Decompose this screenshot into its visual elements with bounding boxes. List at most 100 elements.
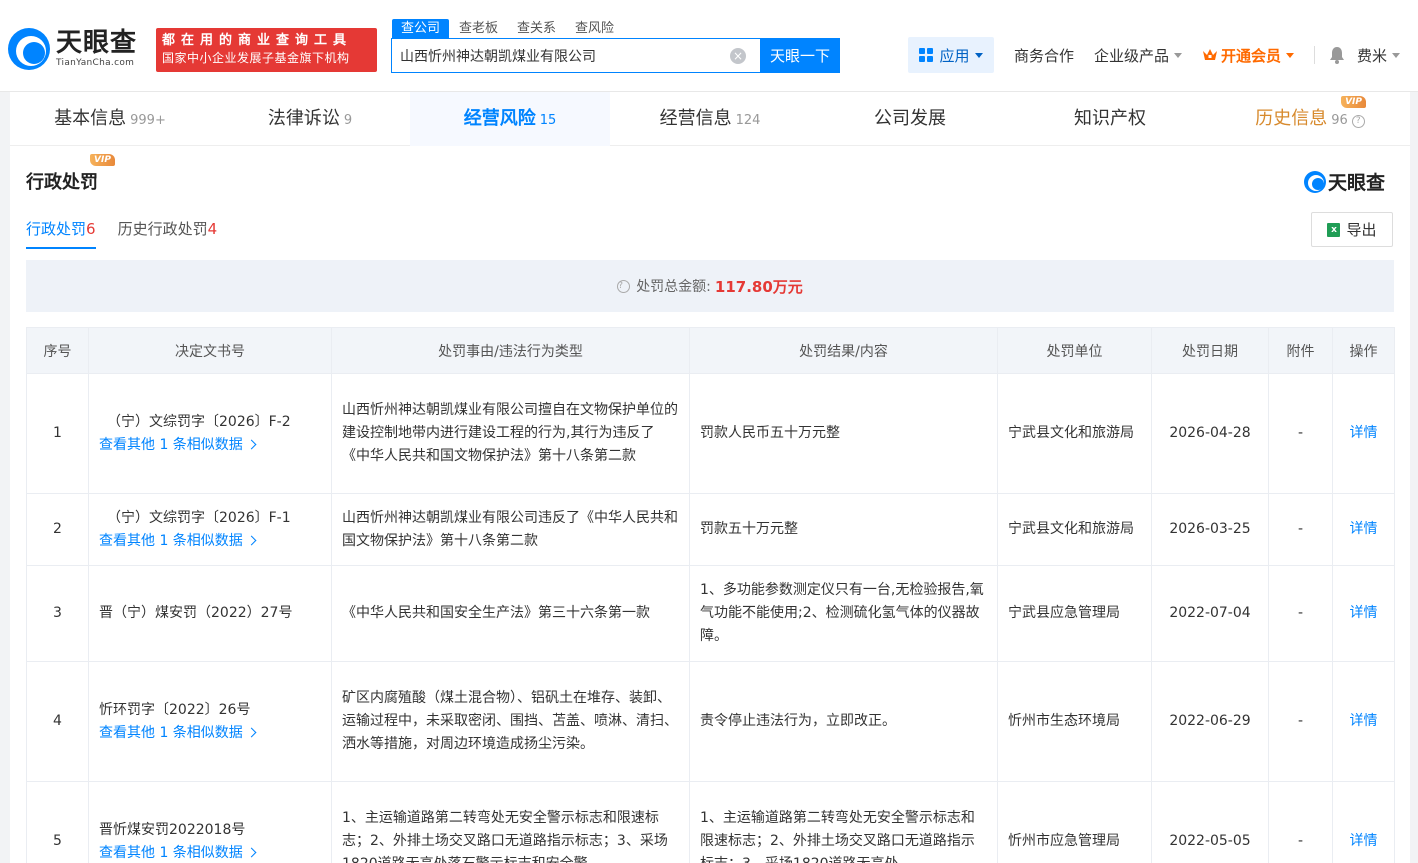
export-label: 导出 (1346, 221, 1377, 239)
penalty-reason: 山西忻州神达朝凯煤业有限公司擅自在文物保护单位的建设控制地带内进行建设工程的行为… (331, 373, 690, 494)
attachment: - (1268, 565, 1333, 662)
penalty-result: 责令停止违法行为，立即改正。 (689, 661, 998, 782)
similar-data-link[interactable]: 查看其他 1 条相似数据 (99, 434, 321, 457)
penalty-unit: 忻州市生态环境局 (997, 661, 1152, 782)
nav-business-cooperation[interactable]: 商务合作 (1014, 45, 1074, 66)
clear-icon[interactable]: × (730, 48, 746, 64)
row-index: 5 (26, 781, 89, 863)
crown-icon (1202, 48, 1218, 62)
decision-number: （宁）文综罚字〔2026〕F-1 (107, 509, 291, 526)
main-tabs: 基本信息 999+ 法律诉讼 9 经营风险 15 经营信息 124 公司发展 知识产权 … (10, 92, 1410, 146)
search-tab-company[interactable]: 查公司 (392, 19, 450, 39)
apps-label: 应用 (939, 46, 970, 65)
penalty-table: 序号 决定文书号 处罚事由/违法行为类型 处罚结果/内容 处罚单位 处罚日期 附… (26, 327, 1395, 863)
vip-badge: VIP (1341, 96, 1366, 108)
detail-link[interactable]: 详情 (1350, 833, 1378, 849)
attachment: - (1268, 373, 1333, 494)
attachment: - (1268, 493, 1333, 566)
search-box: × (391, 38, 761, 73)
subtab-admin-penalty[interactable]: 行政处罚6 (26, 218, 96, 249)
similar-data-link[interactable]: 查看其他 1 条相似数据 (99, 530, 321, 553)
open-vip-link[interactable]: 开通会员 (1202, 45, 1295, 66)
penalty-date: 2026-04-28 (1151, 373, 1269, 494)
similar-data-link[interactable]: 查看其他 1 条相似数据 (99, 722, 321, 745)
detail-link[interactable]: 详情 (1350, 521, 1378, 537)
subtab-count: 6 (86, 220, 96, 238)
search-input[interactable] (392, 39, 722, 72)
summary-label: 处罚总金额: (636, 279, 711, 295)
col-header: 处罚结果/内容 (689, 327, 998, 374)
col-header: 附件 (1268, 327, 1333, 374)
tab-ip[interactable]: 知识产权 (1010, 92, 1210, 146)
slogan-line-2: 国家中小企业发展子基金旗下机构 (162, 51, 350, 65)
tab-legal[interactable]: 法律诉讼 9 (210, 92, 410, 146)
attachment: - (1268, 781, 1333, 863)
penalty-unit: 宁武县文化和旅游局 (997, 373, 1152, 494)
table-header-row: 序号 决定文书号 处罚事由/违法行为类型 处罚结果/内容 处罚单位 处罚日期 附… (26, 327, 1395, 374)
decision-number: 晋忻煤安罚2022018号 (99, 821, 246, 838)
vip-badge: VIP (90, 154, 115, 166)
help-icon[interactable]: ? (1351, 115, 1365, 128)
sub-tabs: 行政处罚6 历史行政处罚4 (26, 218, 239, 249)
export-button[interactable]: x 导出 (1311, 212, 1393, 247)
tab-basic-info[interactable]: 基本信息 999+ (10, 92, 210, 146)
subtab-count: 4 (207, 220, 218, 238)
chevron-right-icon (246, 847, 257, 857)
search-button[interactable]: 天眼一下 (760, 38, 840, 73)
open-vip-label: 开通会员 (1221, 46, 1282, 65)
apps-menu-button[interactable]: 应用 (908, 37, 994, 73)
watermark-text: 天眼查 (1328, 172, 1386, 194)
penalty-unit: 宁武县文化和旅游局 (997, 493, 1152, 566)
similar-data-link[interactable]: 查看其他 1 条相似数据 (99, 842, 321, 863)
chevron-down-icon (1392, 52, 1401, 58)
content-card: 基本信息 999+ 法律诉讼 9 经营风险 15 经营信息 124 公司发展 知识产权 … (10, 92, 1410, 863)
nav-enterprise-products[interactable]: 企业级产品 (1094, 45, 1183, 66)
logo[interactable]: 天眼查 TianYanCha.com (8, 28, 137, 70)
row-index: 2 (26, 493, 89, 566)
user-menu[interactable]: 费米 (1357, 45, 1401, 66)
tab-operation-info[interactable]: 经营信息 124 (610, 92, 810, 146)
penalty-reason: 1、主运输道路第二转弯处无安全警示标志和限速标志；2、外排土场交叉路口无道路指示… (331, 781, 690, 863)
tab-count: 96 (1331, 113, 1348, 128)
tab-history[interactable]: VIP 历史信息 96? (1210, 92, 1410, 146)
penalty-date: 2022-06-29 (1151, 661, 1269, 782)
chevron-down-icon (1286, 52, 1295, 58)
excel-icon: x (1327, 222, 1341, 237)
tab-development[interactable]: 公司发展 (810, 92, 1010, 146)
penalty-result: 1、主运输道路第二转弯处无安全警示标志和限速标志；2、外排土场交叉路口无道路指示… (689, 781, 998, 863)
slogan-line-1: 都在用的商业查询工具 (162, 33, 353, 48)
decision-number: 忻环罚字〔2022〕26号 (99, 701, 251, 718)
table-row: 3 晋（宁）煤安罚（2022）27号 《中华人民共和国安全生产法》第三十六条第一… (26, 565, 1395, 662)
tab-count: 15 (539, 113, 557, 128)
subtab-history-penalty[interactable]: 历史行政处罚4 (118, 218, 218, 249)
search-tab-relation[interactable]: 查关系 (508, 19, 565, 39)
table-row: 5 晋忻煤安罚2022018号 查看其他 1 条相似数据 1、主运输道路第二转弯… (26, 781, 1395, 863)
search-type-tabs: 查公司 查老板 查关系 查风险 (392, 19, 624, 39)
col-header: 处罚日期 (1151, 327, 1269, 374)
detail-link[interactable]: 详情 (1350, 425, 1378, 441)
tab-count: 999+ (130, 113, 166, 128)
help-icon[interactable]: ? (617, 279, 631, 293)
chevron-down-icon (974, 52, 983, 58)
penalty-unit: 忻州市应急管理局 (997, 781, 1152, 863)
bell-icon[interactable] (1329, 46, 1345, 64)
tab-operation-risk[interactable]: 经营风险 15 (410, 92, 610, 146)
apps-grid-icon (919, 48, 934, 62)
summary-amount: 117.80万元 (714, 277, 803, 296)
logo-domain: TianYanCha.com (56, 58, 135, 68)
detail-link[interactable]: 详情 (1350, 605, 1378, 621)
slogan-banner: 都在用的商业查询工具 国家中小企业发展子基金旗下机构 (156, 28, 377, 72)
nav-divider (1314, 46, 1316, 64)
decision-number: （宁）文综罚字〔2026〕F-2 (107, 413, 291, 430)
col-header: 序号 (26, 327, 89, 374)
decision-number: 晋（宁）煤安罚（2022）27号 (99, 605, 293, 621)
search-tab-risk[interactable]: 查风险 (566, 19, 623, 39)
penalty-date: 2022-05-05 (1151, 781, 1269, 863)
tianyancha-logo-icon (8, 28, 50, 70)
tianyancha-logo-icon (1304, 170, 1326, 193)
penalty-unit: 宁武县应急管理局 (997, 565, 1152, 662)
detail-link[interactable]: 详情 (1350, 713, 1378, 729)
row-index: 3 (26, 565, 89, 662)
watermark-logo: 天眼查 (1304, 168, 1385, 195)
search-tab-boss[interactable]: 查老板 (450, 19, 507, 39)
